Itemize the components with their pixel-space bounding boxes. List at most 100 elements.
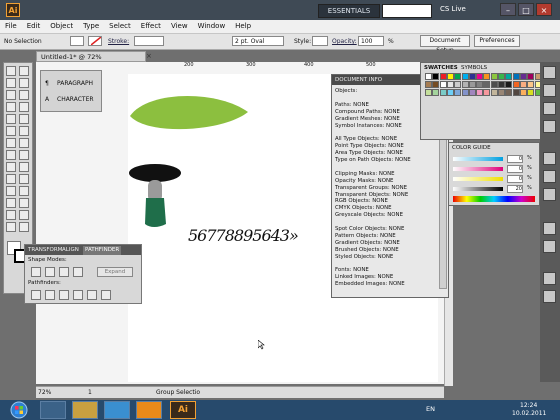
- color-guide-title[interactable]: COLOR GUIDE: [452, 145, 491, 151]
- color-swatch[interactable]: [490, 81, 498, 88]
- cs-live-button[interactable]: CS Live: [440, 5, 466, 13]
- menu-edit[interactable]: Edit: [22, 20, 46, 33]
- color-swatch[interactable]: [468, 73, 476, 80]
- preferences-button[interactable]: Preferences: [474, 35, 520, 47]
- document-tab[interactable]: Untitled-1* @ 72% (CMYK/Preview): [36, 51, 146, 72]
- pencil-tool-icon[interactable]: [19, 114, 29, 124]
- rectangle-tool-icon[interactable]: [19, 102, 29, 112]
- slice-tool-icon[interactable]: [19, 210, 29, 220]
- graphic-styles-panel-icon[interactable]: [543, 240, 556, 253]
- menu-effect[interactable]: Effect: [136, 20, 166, 33]
- pen-tool-icon[interactable]: [6, 90, 16, 100]
- color-swatch[interactable]: [527, 81, 535, 88]
- line-tool-icon[interactable]: [6, 102, 16, 112]
- direct-selection-tool-icon[interactable]: [19, 66, 29, 76]
- zoom-tool-icon[interactable]: [19, 222, 29, 232]
- current-tool-status[interactable]: Group Selectio: [156, 387, 200, 398]
- color-swatch[interactable]: [512, 73, 520, 80]
- scale-tool-icon[interactable]: [19, 138, 29, 148]
- color-swatch[interactable]: [439, 89, 447, 96]
- color-swatch[interactable]: [483, 89, 491, 96]
- color-swatch[interactable]: [446, 89, 454, 96]
- color-swatch[interactable]: [461, 81, 469, 88]
- color-swatch[interactable]: [439, 73, 447, 80]
- magenta-slider[interactable]: [453, 167, 503, 171]
- stroke-panel-icon[interactable]: [543, 152, 556, 165]
- start-button[interactable]: [2, 400, 36, 420]
- color-swatch[interactable]: [461, 73, 469, 80]
- opacity-label[interactable]: Opacity:: [332, 37, 357, 46]
- color-swatch[interactable]: [527, 89, 535, 96]
- mesh-tool-icon[interactable]: [6, 174, 16, 184]
- color-swatch[interactable]: [461, 89, 469, 96]
- magenta-value[interactable]: 0: [507, 165, 523, 173]
- menu-type[interactable]: Type: [78, 20, 104, 33]
- shape-builder-tool-icon[interactable]: [6, 162, 16, 172]
- fill-swatch[interactable]: [70, 36, 84, 46]
- perspective-tool-icon[interactable]: [19, 162, 29, 172]
- tab-transform[interactable]: TRANSFORM: [28, 246, 62, 255]
- app-taskbar-icon[interactable]: [136, 401, 162, 419]
- clock-time[interactable]: 12:24: [520, 402, 537, 409]
- color-panel-icon[interactable]: [543, 66, 556, 79]
- width-tool-icon[interactable]: [6, 150, 16, 160]
- trim-icon[interactable]: [45, 290, 55, 300]
- color-swatch[interactable]: [498, 81, 505, 88]
- color-swatch[interactable]: [490, 73, 498, 80]
- document-setup-button[interactable]: Document Setup: [420, 35, 470, 54]
- tab-align[interactable]: ALIGN: [62, 246, 79, 255]
- color-swatch[interactable]: [527, 73, 535, 80]
- paintbrush-tool-icon[interactable]: [6, 114, 16, 124]
- maximize-icon[interactable]: □: [518, 3, 534, 16]
- expand-button[interactable]: Expand: [97, 267, 133, 277]
- yellow-value[interactable]: 0: [507, 175, 523, 183]
- menu-select[interactable]: Select: [104, 20, 136, 33]
- color-swatch[interactable]: [468, 89, 476, 96]
- brushes-panel-icon[interactable]: [543, 102, 556, 115]
- clock-date[interactable]: 10.02.2011: [512, 410, 546, 417]
- selection-tool-icon[interactable]: [6, 66, 16, 76]
- black-value[interactable]: 20: [507, 185, 523, 193]
- outline-icon[interactable]: [87, 290, 97, 300]
- color-swatch[interactable]: [476, 73, 484, 80]
- zoom-level[interactable]: 72%: [38, 387, 51, 398]
- character-tab[interactable]: CHARACTER: [57, 96, 94, 103]
- color-swatch[interactable]: [483, 81, 491, 88]
- transparency-panel-icon[interactable]: [543, 188, 556, 201]
- color-swatch[interactable]: [425, 73, 432, 80]
- merge-icon[interactable]: [59, 290, 69, 300]
- paragraph-icon[interactable]: ¶: [45, 80, 49, 87]
- language-indicator[interactable]: EN: [426, 405, 435, 413]
- workspace-switcher[interactable]: ESSENTIALS: [318, 4, 380, 18]
- color-swatch[interactable]: [454, 81, 462, 88]
- numbers-artwork[interactable]: 56778895643»: [188, 226, 299, 245]
- lasso-tool-icon[interactable]: [19, 78, 29, 88]
- appearance-panel-icon[interactable]: [543, 222, 556, 235]
- symbols-panel-icon[interactable]: [543, 120, 556, 133]
- color-swatch[interactable]: [425, 89, 432, 96]
- swatch-panel-icon[interactable]: [543, 84, 556, 97]
- cyan-slider[interactable]: [453, 157, 503, 161]
- stroke-swatch[interactable]: [88, 36, 102, 46]
- color-swatch[interactable]: [446, 81, 454, 88]
- tab-pathfinder[interactable]: PATHFINDER: [83, 246, 122, 255]
- opacity-input[interactable]: 100: [358, 36, 384, 46]
- gradient-panel-icon[interactable]: [543, 170, 556, 183]
- cyan-value[interactable]: 0: [507, 155, 523, 163]
- illustrator-taskbar-icon[interactable]: Ai: [170, 401, 196, 419]
- eyedropper-tool-icon[interactable]: [6, 186, 16, 196]
- color-swatch[interactable]: [454, 89, 462, 96]
- menu-view[interactable]: View: [166, 20, 193, 33]
- color-spectrum[interactable]: [453, 196, 535, 202]
- blend-tool-icon[interactable]: [19, 186, 29, 196]
- black-slider[interactable]: [453, 187, 503, 191]
- menu-window[interactable]: Window: [193, 20, 231, 33]
- color-swatch[interactable]: [512, 81, 520, 88]
- artwork-group[interactable]: [128, 90, 258, 240]
- ie-taskbar-icon[interactable]: [40, 401, 66, 419]
- artboard-tool-icon[interactable]: [6, 210, 16, 220]
- symbol-sprayer-tool-icon[interactable]: [6, 198, 16, 208]
- menu-file[interactable]: File: [0, 20, 22, 33]
- intersect-icon[interactable]: [59, 267, 69, 277]
- color-swatch[interactable]: [490, 89, 498, 96]
